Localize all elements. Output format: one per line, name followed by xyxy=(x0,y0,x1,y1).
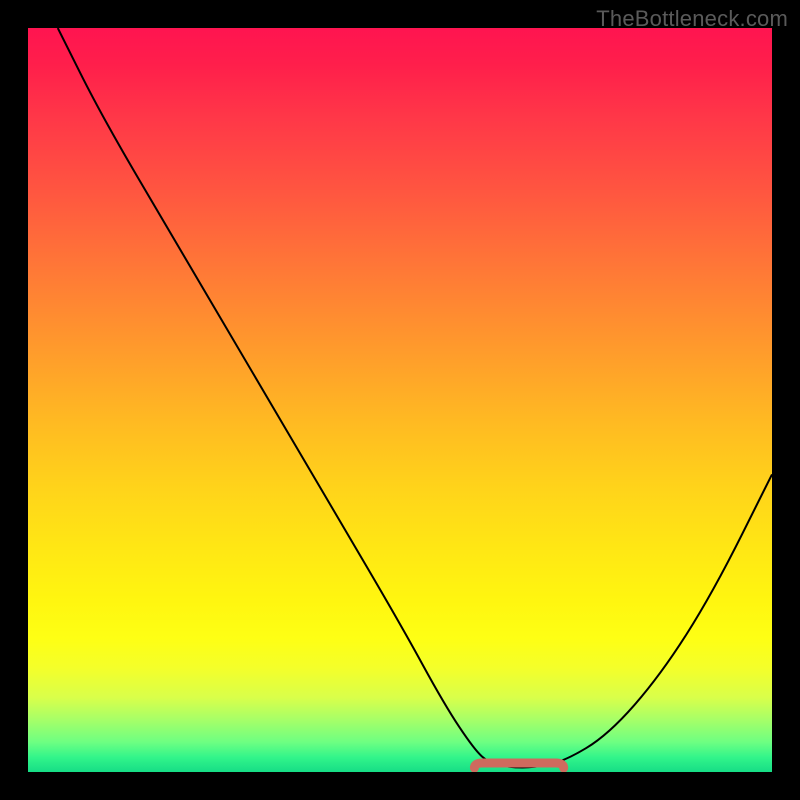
chart-plot-area xyxy=(28,28,772,772)
flat-minimum-marker xyxy=(474,763,563,768)
chart-svg xyxy=(28,28,772,772)
bottleneck-curve xyxy=(58,28,772,768)
watermark-text: TheBottleneck.com xyxy=(596,6,788,32)
